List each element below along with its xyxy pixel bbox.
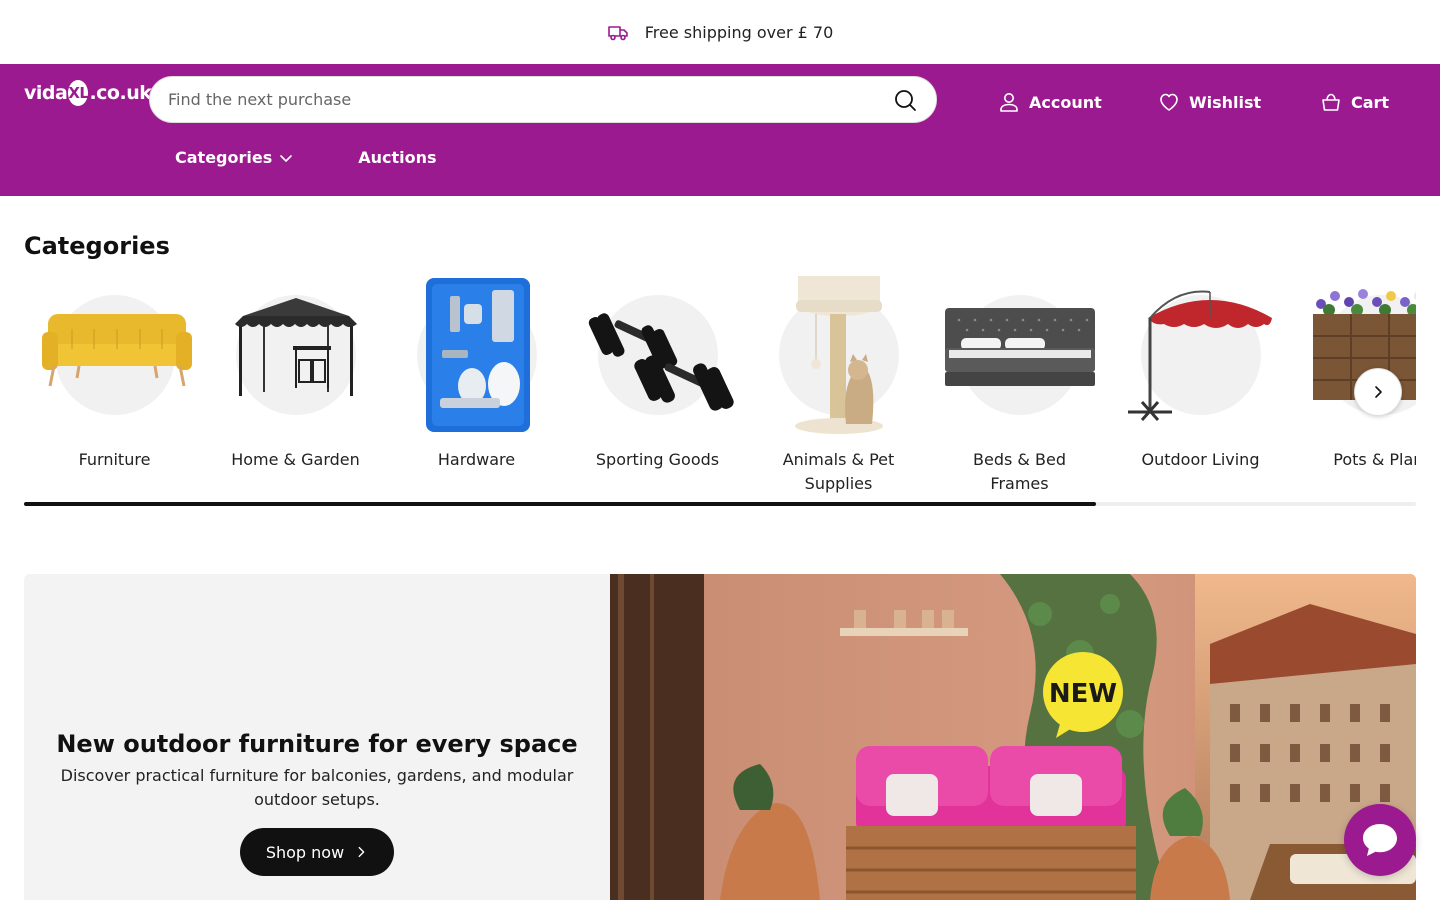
- search-bar: [149, 76, 937, 123]
- wishlist-label: Wishlist: [1189, 92, 1262, 112]
- category-beds-bed-frames[interactable]: Beds & Bed Frames: [929, 274, 1110, 496]
- sofa-image: [34, 274, 196, 436]
- categories-heading: Categories: [24, 232, 170, 260]
- nav-categories-label: Categories: [175, 148, 273, 167]
- hero-banner: New outdoor furniture for every space Di…: [24, 574, 1416, 900]
- cat-tree-image: [758, 274, 920, 436]
- search-input[interactable]: [168, 90, 892, 109]
- cart-button[interactable]: Cart: [1320, 91, 1389, 113]
- category-label: Pots & Plant: [1333, 450, 1416, 469]
- search-icon: [895, 89, 916, 111]
- logo-text: vida: [24, 82, 68, 104]
- gazebo-image: [215, 274, 377, 436]
- spray-gun-kit-image: [396, 274, 558, 436]
- carousel-scrollbar-thumb[interactable]: [24, 502, 1096, 506]
- nav-auctions[interactable]: Auctions: [358, 148, 436, 167]
- category-label: Home & Garden: [231, 450, 360, 469]
- category-outdoor-living[interactable]: Outdoor Living: [1110, 274, 1291, 496]
- hero-text-panel: New outdoor furniture for every space Di…: [24, 574, 610, 900]
- carousel-scrollbar[interactable]: [24, 502, 1416, 506]
- category-label: Hardware: [437, 450, 516, 469]
- free-shipping-text: Free shipping over £ 70: [644, 22, 834, 42]
- category-label: Beds & Bed Frames: [973, 450, 1066, 493]
- site-header: vidaXL.co.uk Account Wishlist: [0, 64, 1440, 196]
- dumbbells-image: [577, 274, 739, 436]
- category-animals-pet-supplies[interactable]: Animals & Pet Supplies: [748, 274, 929, 496]
- main-nav: Categories Auctions: [175, 148, 437, 167]
- category-label: Animals & Pet Supplies: [782, 450, 895, 493]
- heart-icon: [1160, 93, 1178, 111]
- promo-bar: Free shipping over £ 70: [0, 0, 1440, 64]
- user-icon: [1000, 93, 1018, 112]
- account-button[interactable]: Account: [998, 91, 1102, 113]
- account-label: Account: [1029, 92, 1102, 112]
- category-furniture[interactable]: Furniture: [24, 274, 205, 496]
- category-label: Sporting Goods: [595, 450, 720, 469]
- wishlist-button[interactable]: Wishlist: [1158, 91, 1261, 113]
- delivery-truck-icon: [607, 26, 628, 41]
- chevron-right-icon: [358, 846, 365, 858]
- shop-now-label: Shop now: [265, 842, 345, 862]
- search-button[interactable]: [892, 87, 918, 113]
- bed-image: [939, 274, 1101, 436]
- new-badge: NEW: [1049, 679, 1117, 709]
- shop-now-button[interactable]: Shop now: [239, 828, 395, 876]
- chat-bubble-icon: [1363, 824, 1397, 856]
- chat-button[interactable]: [1344, 804, 1416, 876]
- category-hardware[interactable]: Hardware: [386, 274, 567, 496]
- planter-image: [1301, 274, 1416, 436]
- categories-carousel: Furniture Home & Garden Hardware Sportin…: [24, 274, 1416, 496]
- chevron-down-icon: [280, 154, 293, 162]
- categories-section: Categories Furniture Home & Garden Hardw…: [0, 196, 1440, 496]
- basket-icon: [1322, 93, 1340, 111]
- parasol-image: [1120, 274, 1282, 436]
- carousel-next-button[interactable]: [1354, 368, 1402, 416]
- nav-categories[interactable]: Categories: [175, 148, 294, 167]
- category-sporting-goods[interactable]: Sporting Goods: [567, 274, 748, 496]
- nav-auctions-label: Auctions: [358, 148, 437, 167]
- category-label: Furniture: [78, 450, 151, 469]
- cart-label: Cart: [1351, 92, 1390, 112]
- hero-image[interactable]: NEW: [610, 574, 1416, 900]
- logo-xl-mark: XL: [68, 80, 89, 106]
- category-label: Outdoor Living: [1141, 450, 1260, 469]
- hero-subtitle: Discover practical furniture for balconi…: [60, 766, 574, 809]
- vidaxl-logo[interactable]: vida XL .co.uk: [24, 76, 152, 110]
- hero-title: New outdoor furniture for every space: [56, 730, 578, 758]
- chevron-right-icon: [1375, 386, 1382, 398]
- logo-domain: .co.uk: [89, 82, 152, 104]
- category-home-garden[interactable]: Home & Garden: [205, 274, 386, 496]
